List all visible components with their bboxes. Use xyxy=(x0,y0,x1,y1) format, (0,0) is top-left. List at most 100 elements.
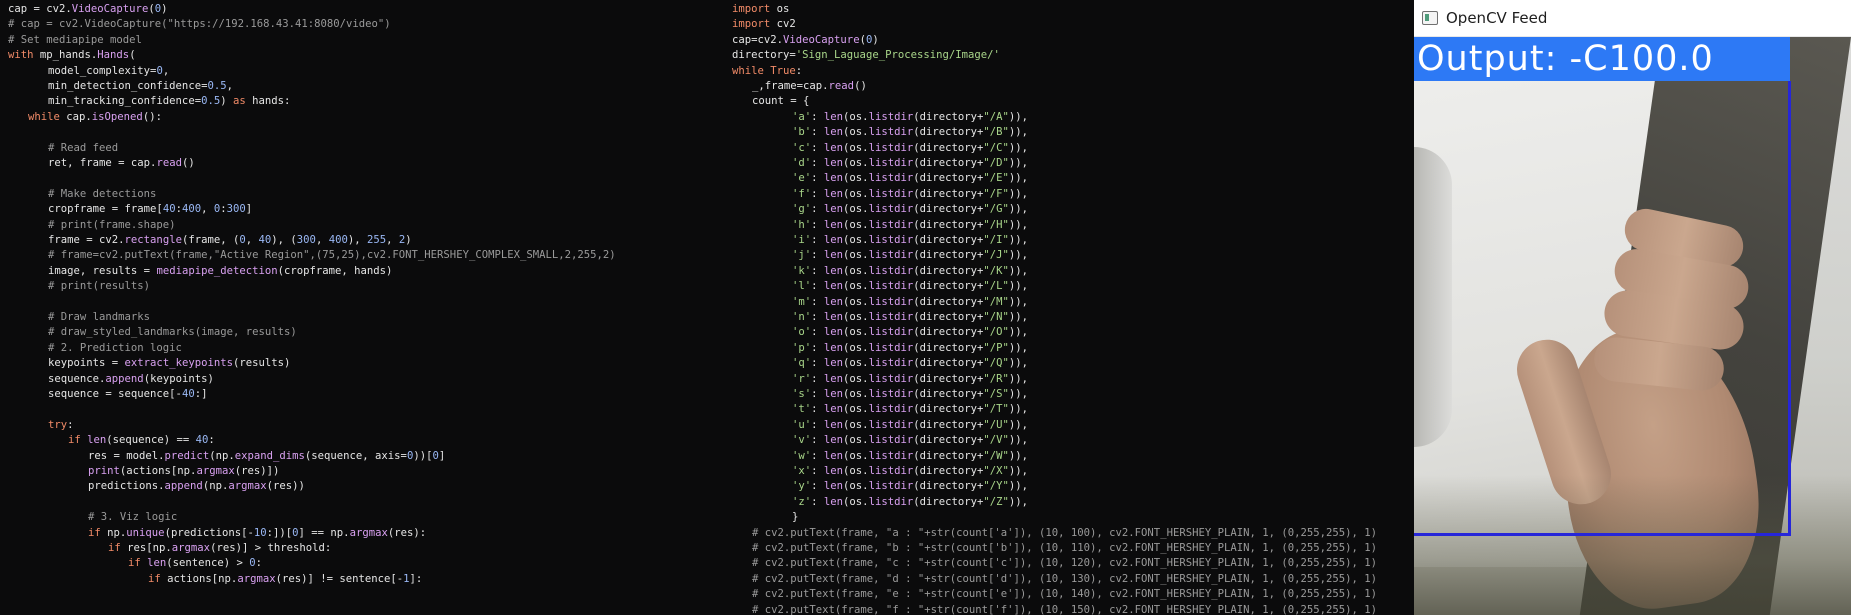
code-token: (os. xyxy=(843,234,869,246)
code-token: 'o' xyxy=(792,326,812,339)
code-token: (directory+ xyxy=(913,157,984,169)
code-token: len xyxy=(147,557,167,570)
code-token: "/E" xyxy=(983,172,1009,185)
code-token: argmax xyxy=(171,542,211,554)
opencv-feed-window[interactable]: OpenCV Feed Output: -C100.0 xyxy=(1414,0,1851,615)
code-token: "/C" xyxy=(983,141,1009,154)
code-token: min_detection_confidence= xyxy=(48,80,208,92)
code-token: ] xyxy=(245,203,253,216)
code-line: 'i': len(os.listdir(directory+"/I")), xyxy=(792,233,1028,248)
code-token: (keypoints) xyxy=(143,372,214,385)
code-token: (os. xyxy=(843,388,869,400)
code-token: : xyxy=(811,126,824,139)
code-token: : xyxy=(811,418,824,431)
output-banner: Output: -C100.0 xyxy=(1414,37,1790,81)
code-line: sequence.append(keypoints) xyxy=(48,372,214,387)
code-token: 40 xyxy=(162,203,176,216)
code-token: min_tracking_confidence= xyxy=(48,95,202,108)
code-token: (os. xyxy=(843,110,869,123)
code-editor-right[interactable]: import os import cv2 cap=cv2.VideoCapture(… xyxy=(724,0,1414,615)
code-token: "/Q" xyxy=(983,357,1009,370)
code-token: (os. xyxy=(843,295,869,308)
code-token: (res)]) xyxy=(234,465,280,477)
code-token: cropframe = frame[ xyxy=(48,203,163,216)
code-token: 'i' xyxy=(792,234,812,246)
code-token: listdir xyxy=(868,280,914,293)
code-token: listdir xyxy=(868,357,914,370)
code-token: 'x' xyxy=(792,465,812,477)
code-token: # Set mediapipe model xyxy=(8,33,142,46)
code-token: 'l' xyxy=(792,280,812,293)
code-token: )), xyxy=(1008,357,1029,370)
code-token: cap. xyxy=(59,110,92,123)
code-token: "/G" xyxy=(983,203,1009,216)
code-token: predict xyxy=(164,449,210,462)
code-editor-left[interactable]: cap = cv2.VideoCapture(0) # cap = cv2.Vid… xyxy=(0,0,724,615)
code-token: 'h' xyxy=(792,218,812,231)
code-token: image, results = xyxy=(48,264,157,277)
code-token: (sequence) == xyxy=(106,434,196,447)
code-token: while xyxy=(28,110,60,123)
code-line: image, results = mediapipe_detection(cro… xyxy=(48,264,392,279)
code-line: # Make detections xyxy=(48,187,156,202)
code-token: mediapipe_detection xyxy=(156,264,278,277)
code-token: (directory+ xyxy=(913,141,984,154)
code-token: (os. xyxy=(843,357,869,370)
code-token: # print(frame.shape) xyxy=(48,218,176,231)
code-token: listdir xyxy=(868,126,914,139)
code-token: listdir xyxy=(868,434,914,447)
code-token: (directory+ xyxy=(913,341,984,354)
window-titlebar[interactable]: OpenCV Feed xyxy=(1414,0,1851,37)
code-token: # cv2.putText(frame, "c : "+str(count['c… xyxy=(752,557,1378,570)
code-line: # 2. Prediction logic xyxy=(48,341,182,356)
code-token: # cv2.putText(frame, "b : "+str(count['b… xyxy=(752,542,1378,554)
code-token: (directory+ xyxy=(913,434,984,447)
code-line: if np.unique(predictions[-10:])[0] == np… xyxy=(88,526,426,541)
code-token: : xyxy=(811,141,824,154)
code-token: len xyxy=(823,372,844,385)
code-token: 'w' xyxy=(792,449,812,462)
code-token: (res): xyxy=(387,526,427,539)
code-token: (directory+ xyxy=(913,388,984,400)
code-token: as xyxy=(232,95,246,108)
code-token: len xyxy=(823,357,844,370)
code-token: (res)] != sentence[- xyxy=(275,572,404,585)
code-token: "/P" xyxy=(983,341,1009,354)
code-token: count = { xyxy=(752,95,810,108)
code-token: ]: xyxy=(409,572,423,585)
code-line: 'y': len(os.listdir(directory+"/Y")), xyxy=(792,479,1028,494)
code-token: (directory+ xyxy=(913,264,984,277)
code-token: "/S" xyxy=(983,388,1009,400)
code-token: isOpened xyxy=(91,110,143,123)
code-token: listdir xyxy=(868,264,914,277)
code-line: if actions[np.argmax(res)] != sentence[-… xyxy=(148,572,422,587)
code-token: : xyxy=(795,64,803,77)
code-line: # cv2.putText(frame, "b : "+str(count['b… xyxy=(752,541,1377,556)
code-token: )), xyxy=(1008,372,1029,385)
code-token: len xyxy=(823,418,844,431)
code-token: sequence. xyxy=(48,372,106,385)
code-token: :] xyxy=(194,388,208,400)
code-token: : xyxy=(811,465,824,477)
code-token: # Make detections xyxy=(48,187,157,200)
code-token: (directory+ xyxy=(913,172,984,185)
code-token: listdir xyxy=(868,218,914,231)
code-token: (res)) xyxy=(266,480,305,493)
code-line: 't': len(os.listdir(directory+"/T")), xyxy=(792,402,1028,417)
code-line: frame = cv2.rectangle(frame, (0, 40), (3… xyxy=(48,233,412,248)
code-line: model_complexity=0, xyxy=(48,64,169,79)
code-token: : xyxy=(811,326,824,339)
code-token: 'Sign_Laguage_Processing/Image/' xyxy=(795,49,1000,62)
code-token: )), xyxy=(1008,234,1029,246)
code-line: 'f': len(os.listdir(directory+"/F")), xyxy=(792,187,1028,202)
code-token: (np. xyxy=(209,449,235,462)
code-token: with xyxy=(8,49,34,62)
code-token: len xyxy=(823,434,844,447)
code-token: # cv2.putText(frame, "f : "+str(count['f… xyxy=(752,603,1378,615)
camera-frame: Output: -C100.0 xyxy=(1414,37,1851,615)
code-token: len xyxy=(823,326,844,339)
code-token: (directory+ xyxy=(913,249,984,262)
code-token: 'y' xyxy=(792,480,812,493)
code-line: count = { xyxy=(752,94,809,109)
code-token: listdir xyxy=(868,157,914,169)
